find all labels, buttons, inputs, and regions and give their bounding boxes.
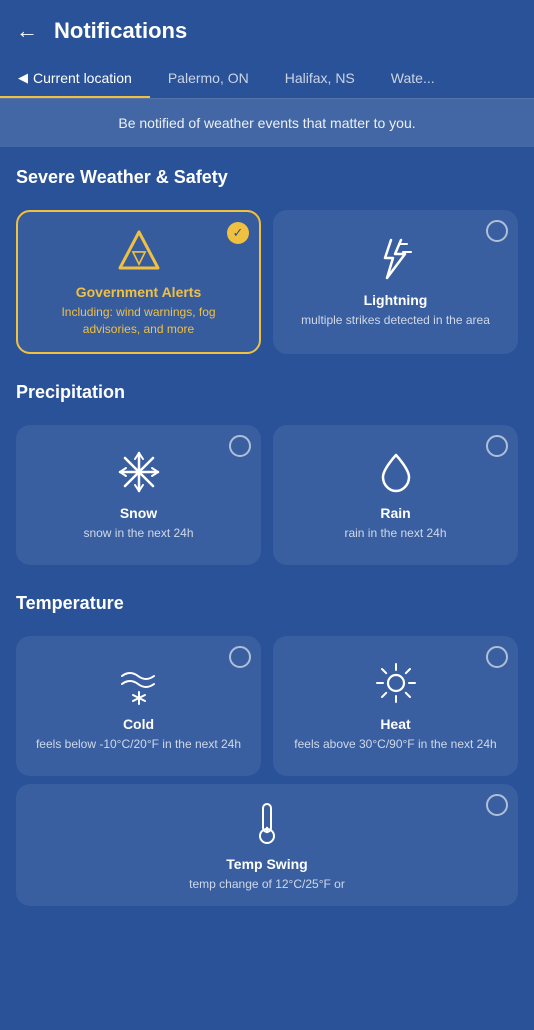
lightning-icon — [373, 236, 419, 282]
svg-text:▽: ▽ — [131, 247, 147, 267]
radio-lightning — [486, 220, 508, 242]
lightning-desc: multiple strikes detected in the area — [301, 312, 490, 329]
gov-alerts-title: Government Alerts — [76, 284, 202, 300]
tab-palermo[interactable]: Palermo, ON — [150, 58, 267, 98]
tab-halifax[interactable]: Halifax, NS — [267, 58, 373, 98]
heat-icon — [373, 660, 419, 706]
snow-desc: snow in the next 24h — [83, 525, 193, 542]
card-snow[interactable]: Snow snow in the next 24h — [16, 425, 261, 565]
tab-bar: ◀ Current location Palermo, ON Halifax, … — [0, 58, 534, 99]
thermometer-icon — [244, 800, 290, 846]
radio-snow — [229, 435, 251, 457]
temp-swing-section: Temp Swing temp change of 12°C/25°F or — [0, 784, 534, 923]
cold-desc: feels below -10°C/20°F in the next 24h — [36, 736, 241, 753]
gov-alert-icon: ▽ — [116, 228, 162, 274]
temperature-title: Temperature — [16, 593, 518, 614]
heat-title: Heat — [380, 716, 410, 732]
heat-desc: feels above 30°C/90°F in the next 24h — [294, 736, 496, 753]
temperature-cards: Cold feels below -10°C/20°F in the next … — [0, 636, 534, 784]
page-title: Notifications — [54, 18, 187, 44]
snow-icon — [116, 449, 162, 495]
severe-weather-section: Severe Weather & Safety — [0, 147, 534, 210]
radio-gov-alerts: ✓ — [227, 222, 249, 244]
cold-title: Cold — [123, 716, 154, 732]
temp-swing-desc: temp change of 12°C/25°F or — [189, 876, 345, 893]
precipitation-title: Precipitation — [16, 382, 518, 403]
rain-icon — [373, 449, 419, 495]
temperature-section: Temperature — [0, 573, 534, 636]
radio-rain — [486, 435, 508, 457]
rain-title: Rain — [380, 505, 410, 521]
card-heat[interactable]: Heat feels above 30°C/90°F in the next 2… — [273, 636, 518, 776]
header: ← Notifications — [0, 0, 534, 58]
temp-swing-title: Temp Swing — [226, 856, 307, 872]
card-temp-swing[interactable]: Temp Swing temp change of 12°C/25°F or — [16, 784, 518, 907]
location-icon: ◀ — [18, 70, 28, 86]
card-cold[interactable]: Cold feels below -10°C/20°F in the next … — [16, 636, 261, 776]
gov-alerts-desc: Including: wind warnings, fog advisories… — [32, 304, 245, 338]
card-rain[interactable]: Rain rain in the next 24h — [273, 425, 518, 565]
radio-heat — [486, 646, 508, 668]
radio-cold — [229, 646, 251, 668]
snow-title: Snow — [120, 505, 157, 521]
severe-weather-title: Severe Weather & Safety — [16, 167, 518, 188]
card-lightning[interactable]: Lightning multiple strikes detected in t… — [273, 210, 518, 354]
precipitation-section: Precipitation — [0, 362, 534, 425]
precipitation-cards: Snow snow in the next 24h Rain rain in t… — [0, 425, 534, 573]
tab-current-location[interactable]: ◀ Current location — [0, 58, 150, 98]
card-gov-alerts[interactable]: ✓ ▽ Government Alerts Including: wind wa… — [16, 210, 261, 354]
tab-water[interactable]: Wate... — [373, 58, 453, 98]
lightning-title: Lightning — [364, 292, 428, 308]
radio-temp-swing — [486, 794, 508, 816]
severe-weather-cards: ✓ ▽ Government Alerts Including: wind wa… — [0, 210, 534, 362]
notification-banner: Be notified of weather events that matte… — [0, 99, 534, 147]
rain-desc: rain in the next 24h — [344, 525, 446, 542]
back-button[interactable]: ← — [16, 18, 38, 44]
cold-icon — [116, 660, 162, 706]
